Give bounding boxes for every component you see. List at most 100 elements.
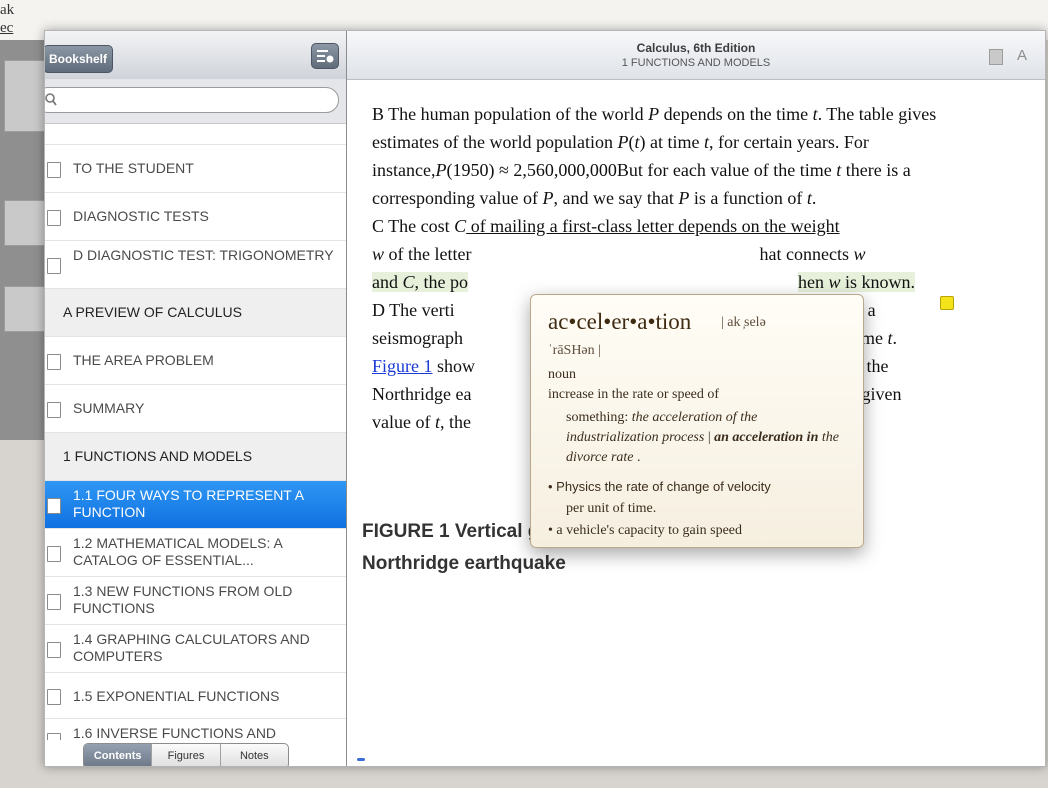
text: | [704, 430, 715, 445]
page-icon [47, 210, 61, 226]
toc-item-diagnostic-tests[interactable]: DIAGNOSTIC TESTS [45, 193, 346, 241]
toc-item-1-2[interactable]: 1.2 MATHEMATICAL MODELS: A CATALOG OF ES… [45, 529, 346, 577]
text: of mailing a first-class letter depends … [466, 216, 840, 236]
pronunciation: | ak ̦selə [721, 315, 766, 330]
text: , the [440, 412, 471, 432]
sidebar-toolbar: Bookshelf [45, 31, 346, 80]
text: , the po [414, 272, 469, 292]
page-icon [47, 402, 61, 418]
text: B The human population of the world [372, 104, 649, 124]
variable: P [542, 188, 554, 208]
background-text: ak [0, 2, 15, 18]
toc-item-to-the-student[interactable]: TO THE STUDENT [45, 145, 346, 193]
toc-label: DIAGNOSTIC TESTS [73, 208, 209, 224]
text: (1950) ≈ 2,560,000,000But for each value… [446, 160, 837, 180]
toc-item-1-6[interactable]: 1.6 INVERSE FUNCTIONS AND [45, 719, 346, 740]
page-icon [47, 258, 61, 274]
content-header: Calculus, 6th Edition 1 FUNCTIONS AND MO… [347, 31, 1045, 80]
toc-item-1-3[interactable]: 1.3 NEW FUNCTIONS FROM OLD FUNCTIONS [45, 577, 346, 625]
toc-label: A PREVIEW OF CALCULUS [63, 304, 242, 320]
toc-item-summary[interactable]: SUMMARY [45, 385, 346, 433]
page-icon [47, 642, 61, 658]
variable: P [435, 160, 447, 180]
tab-contents[interactable]: Contents [84, 744, 153, 766]
text: ) at time [639, 132, 704, 152]
page-icon [47, 689, 61, 705]
toc-label: 1.4 GRAPHING CALCULATORS AND COMPUTERS [73, 631, 310, 664]
pronunciation: ˈrāSHən | [548, 343, 601, 358]
text: . [633, 450, 641, 465]
search-input[interactable] [45, 87, 339, 113]
part-of-speech: noun [548, 367, 576, 382]
text: value of [372, 412, 435, 432]
variable: P [617, 132, 629, 152]
toc-label: TO THE STUDENT [73, 160, 194, 176]
variable: w [828, 272, 841, 292]
variable: P [678, 188, 690, 208]
definition: increase in the rate or speed of [548, 387, 720, 402]
chapter-title: 1 FUNCTIONS AND MODELS [621, 57, 771, 69]
toc-section-preview[interactable]: A PREVIEW OF CALCULUS [45, 289, 346, 337]
toc-item[interactable] [45, 123, 346, 145]
paragraph-c: C The cost C of mailing a first-class le… [372, 212, 962, 296]
scroll-indicator [357, 758, 365, 761]
toc-label: 1 FUNCTIONS AND MODELS [63, 448, 253, 464]
page-icon [47, 162, 61, 178]
toc-label: D DIAGNOSTIC TEST: TRIGONOMETRY [73, 247, 334, 263]
definition-bullet: • a vehicle's capacity to gain speed [548, 523, 743, 538]
book-title: Calculus, 6th Edition [636, 41, 756, 55]
text: show [432, 356, 476, 376]
table-of-contents: TO THE STUDENT DIAGNOSTIC TESTS D DIAGNO… [45, 123, 346, 740]
toc-item-trigonometry[interactable]: D DIAGNOSTIC TEST: TRIGONOMETRY [45, 241, 346, 289]
page-icon [47, 733, 61, 740]
definition-bullet-cont: per unit of time. [566, 501, 657, 516]
toc-label: 1.6 INVERSE FUNCTIONS AND [73, 725, 277, 740]
list-options-button[interactable] [311, 43, 339, 69]
variable: P [648, 104, 660, 124]
search-bar [45, 79, 346, 124]
text: . [892, 328, 897, 348]
text: . [811, 188, 817, 208]
page-icon [47, 594, 61, 610]
text: depends on the time [659, 104, 813, 124]
toc-label: 1.5 EXPONENTIAL FUNCTIONS [73, 688, 280, 704]
list-icon [317, 50, 334, 63]
tab-notes[interactable]: Notes [221, 744, 288, 766]
toc-label: 1.1 FOUR WAYS TO REPRESENT A FUNCTION [73, 487, 304, 520]
text: C The cost [372, 216, 455, 236]
tab-figures[interactable]: Figures [152, 744, 221, 766]
figure-1-link[interactable]: Figure 1 [372, 356, 433, 376]
background-slab [4, 60, 46, 132]
toc-label: 1.3 NEW FUNCTIONS FROM OLD FUNCTIONS [73, 583, 293, 616]
text: hat connects [759, 244, 854, 264]
background-slab [4, 200, 46, 246]
sidebar-tab-control: Contents Figures Notes [83, 743, 289, 766]
text: something: [566, 410, 632, 425]
dictionary-popup[interactable]: ac•cel•er•a•tion | ak ̦selə ˈrāSHən | no… [530, 294, 864, 548]
background-link: ec [0, 20, 14, 36]
dictionary-headword: ac•cel•er•a•tion [548, 309, 692, 334]
page-icon [47, 546, 61, 562]
text: D The verti [372, 300, 455, 320]
text: , and we say that [553, 188, 679, 208]
note-icon[interactable] [940, 296, 954, 310]
background-slab [4, 286, 46, 332]
toc-sidebar: Bookshelf TO THE STUDENT DIAGNOSTIC TEST… [45, 31, 347, 766]
toc-item-1-1[interactable]: 1.1 FOUR WAYS TO REPRESENT A FUNCTION [45, 481, 346, 529]
example-bold: an acceleration in [714, 430, 819, 445]
toc-item-area-problem[interactable]: THE AREA PROBLEM [45, 337, 346, 385]
bookshelf-button[interactable]: Bookshelf [45, 45, 113, 73]
text: seismograph [372, 328, 468, 348]
toc-label: SUMMARY [73, 400, 145, 416]
page-view-icon[interactable] [989, 49, 1003, 65]
text: of the letter [384, 244, 472, 264]
variable: C [454, 216, 467, 236]
font-size-button[interactable]: A [1017, 47, 1027, 64]
toc-item-1-5[interactable]: 1.5 EXPONENTIAL FUNCTIONS [45, 673, 346, 719]
toc-item-1-4[interactable]: 1.4 GRAPHING CALCULATORS AND COMPUTERS [45, 625, 346, 673]
variable: w [853, 244, 866, 264]
variable: C [402, 272, 415, 292]
toc-section-functions[interactable]: 1 FUNCTIONS AND MODELS [45, 433, 346, 481]
definition-continued: something: the acceleration of the indus… [566, 408, 846, 468]
text: is known. [840, 272, 916, 292]
